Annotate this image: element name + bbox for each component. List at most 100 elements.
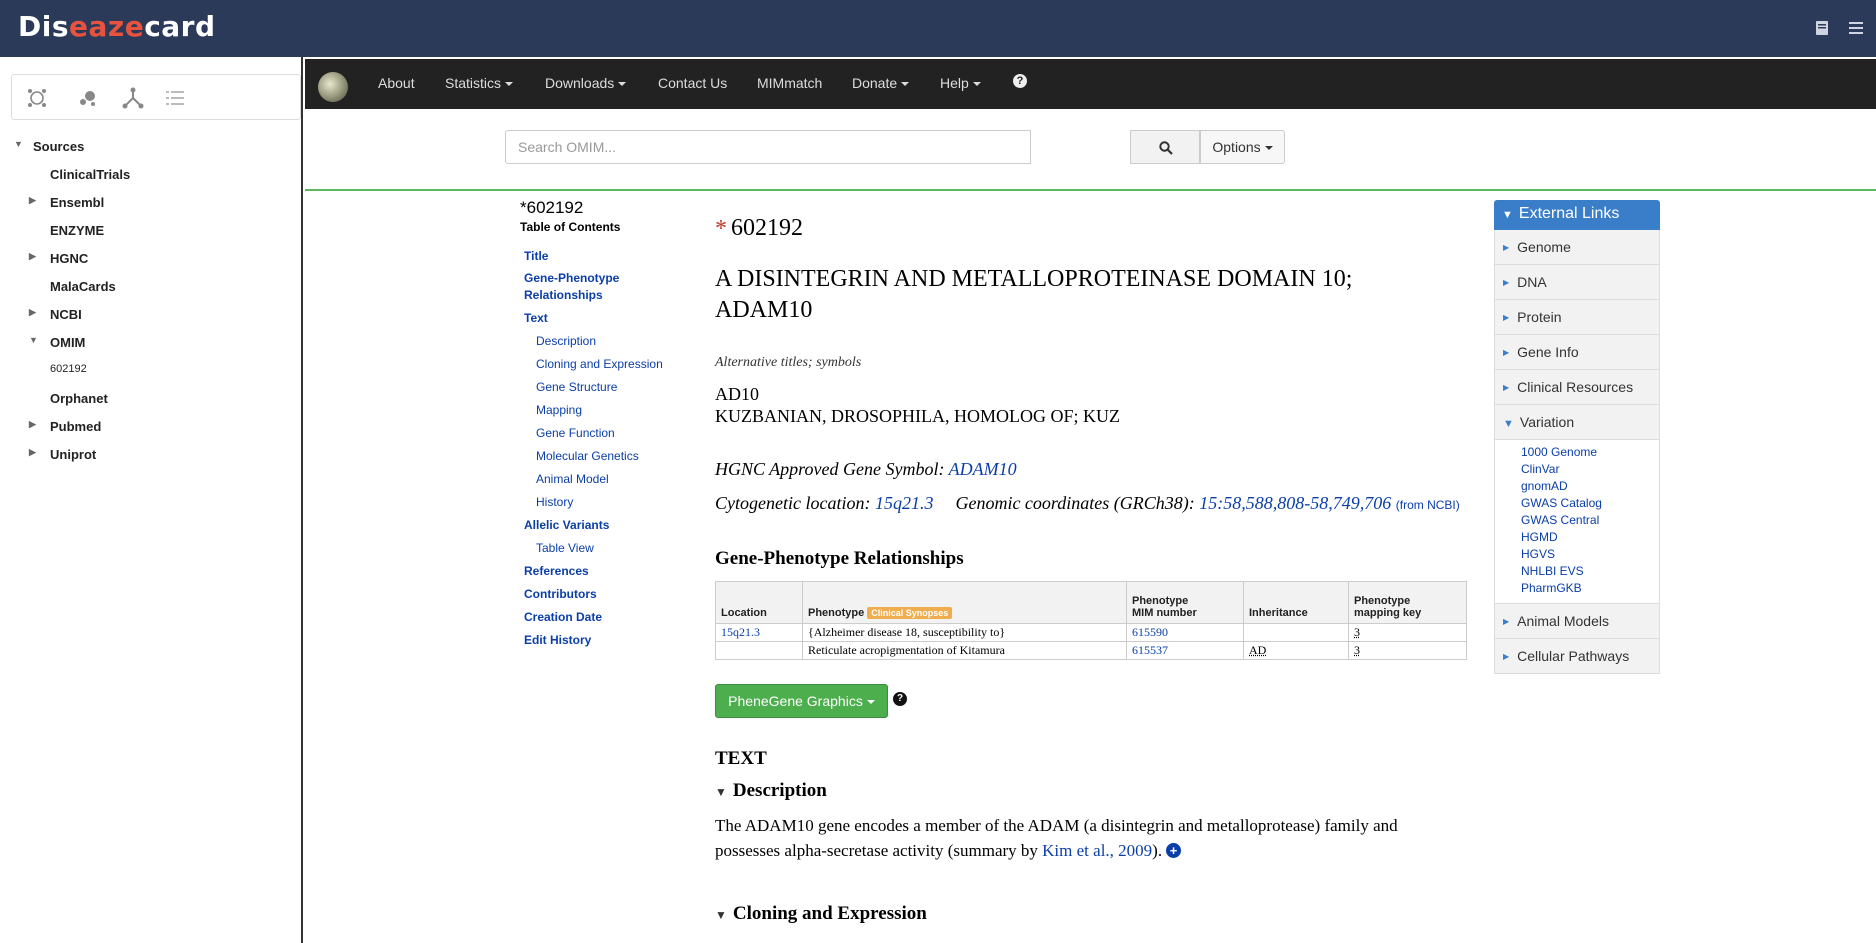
toc-gpr-link-2[interactable]: Relationships bbox=[524, 287, 603, 304]
tree-item-orphanet[interactable]: Orphanet bbox=[0, 384, 300, 412]
book-icon[interactable] bbox=[1812, 18, 1832, 38]
toc-tableview-link[interactable]: Table View bbox=[536, 540, 594, 557]
hierarchy-icon[interactable] bbox=[120, 85, 146, 111]
ext-link-gwas-catalog[interactable]: GWAS Catalog bbox=[1521, 495, 1659, 512]
cell-location[interactable]: 15q21.3 bbox=[715, 623, 803, 642]
options-button[interactable]: Options bbox=[1200, 130, 1285, 164]
toc-creation-link[interactable]: Creation Date bbox=[524, 609, 602, 626]
toc-mapping-link[interactable]: Mapping bbox=[536, 402, 582, 419]
expand-arrow-icon[interactable]: ▶ bbox=[29, 419, 36, 430]
expand-arrow-icon[interactable]: ▶ bbox=[29, 195, 36, 206]
toc-function-link[interactable]: Gene Function bbox=[536, 425, 615, 442]
tree-label[interactable]: Uniprot bbox=[50, 447, 96, 462]
toc-animal-link[interactable]: Animal Model bbox=[536, 471, 609, 488]
tree-label[interactable]: Orphanet bbox=[50, 391, 108, 406]
collapse-triangle-icon[interactable]: ▼ bbox=[715, 785, 727, 799]
cell-mim[interactable]: 615590 bbox=[1126, 623, 1244, 642]
ncbi-source-link[interactable]: (from NCBI) bbox=[1396, 498, 1460, 512]
tree-root-sources[interactable]: ▼ Sources bbox=[0, 132, 300, 160]
expand-plus-icon[interactable]: + bbox=[1166, 843, 1182, 858]
cyto-link[interactable]: 15q21.3 bbox=[875, 493, 934, 513]
menu-icon[interactable] bbox=[1846, 18, 1866, 38]
tree-label[interactable]: HGNC bbox=[50, 251, 88, 266]
ext-variation[interactable]: ▼ Variation bbox=[1494, 405, 1660, 440]
collapse-arrow-icon[interactable]: ▼ bbox=[14, 139, 23, 149]
toc-edithistory-link[interactable]: Edit History bbox=[524, 632, 591, 649]
nav-contact[interactable]: Contact Us bbox=[658, 75, 727, 91]
clinical-synopses-badge[interactable]: Clinical Synopses bbox=[867, 607, 953, 619]
ext-animal-models[interactable]: ▶ Animal Models bbox=[1494, 604, 1660, 639]
tree-item-malacards[interactable]: MalaCards bbox=[0, 272, 300, 300]
app-logo[interactable]: Diseazecard bbox=[18, 10, 216, 43]
collapse-arrow-icon[interactable]: ▼ bbox=[29, 335, 38, 345]
toc-description-link[interactable]: Description bbox=[536, 333, 596, 350]
collapse-triangle-icon[interactable]: ▼ bbox=[715, 908, 727, 922]
expand-arrow-icon[interactable]: ▶ bbox=[29, 447, 36, 458]
ext-link-gnomad[interactable]: gnomAD bbox=[1521, 478, 1659, 495]
ext-cellular-pathways[interactable]: ▶ Cellular Pathways bbox=[1494, 639, 1660, 674]
search-button[interactable] bbox=[1130, 130, 1200, 164]
toc-contributors-link[interactable]: Contributors bbox=[524, 586, 597, 603]
nav-mimmatch[interactable]: MIMmatch bbox=[757, 75, 822, 91]
toc-history-link[interactable]: History bbox=[536, 494, 573, 511]
citation-link[interactable]: Kim et al., 2009 bbox=[1042, 841, 1152, 860]
tree-item-uniprot[interactable]: ▶ Uniprot bbox=[0, 440, 300, 468]
tree-label[interactable]: NCBI bbox=[50, 307, 82, 322]
ext-link-1000genome[interactable]: 1000 Genome bbox=[1521, 444, 1659, 461]
toc-gpr-link-1[interactable]: Gene-Phenotype bbox=[524, 270, 619, 287]
description-heading[interactable]: ▼ Description bbox=[715, 780, 827, 802]
ext-clinical-resources[interactable]: ▶ Clinical Resources bbox=[1494, 370, 1660, 405]
cell-location[interactable] bbox=[715, 641, 803, 660]
nav-downloads[interactable]: Downloads bbox=[545, 75, 627, 91]
tree-item-hgnc[interactable]: ▶ HGNC bbox=[0, 244, 300, 272]
nav-help[interactable]: Help bbox=[940, 75, 981, 91]
tree-label[interactable]: MalaCards bbox=[50, 279, 116, 294]
tree-item-602192[interactable]: 602192 bbox=[0, 356, 300, 384]
ext-gene-info[interactable]: ▶ Gene Info bbox=[1494, 335, 1660, 370]
ext-link-clinvar[interactable]: ClinVar bbox=[1521, 461, 1659, 478]
tree-label[interactable]: ENZYME bbox=[50, 223, 104, 238]
toc-structure-link[interactable]: Gene Structure bbox=[536, 379, 617, 396]
toc-molgen-link[interactable]: Molecular Genetics bbox=[536, 448, 639, 465]
ext-dna[interactable]: ▶ DNA bbox=[1494, 265, 1660, 300]
ext-link-gwas-central[interactable]: GWAS Central bbox=[1521, 512, 1659, 529]
external-links-header[interactable]: ▼ External Links bbox=[1494, 200, 1660, 230]
omim-logo[interactable] bbox=[318, 72, 348, 102]
list-icon[interactable] bbox=[162, 85, 188, 111]
ext-link-hgvs[interactable]: HGVS bbox=[1521, 546, 1659, 563]
search-input[interactable]: Search OMIM... bbox=[505, 130, 1031, 164]
toc-text-link[interactable]: Text bbox=[524, 310, 548, 327]
tree-item-enzyme[interactable]: ENZYME bbox=[0, 216, 300, 244]
tree-label[interactable]: Ensembl bbox=[50, 195, 104, 210]
expand-arrow-icon[interactable]: ▶ bbox=[29, 251, 36, 262]
tree-label[interactable]: 602192 bbox=[50, 363, 87, 375]
question-icon[interactable]: ? bbox=[893, 692, 907, 706]
tree-label[interactable]: Sources bbox=[33, 139, 84, 154]
nav-about[interactable]: About bbox=[378, 75, 415, 91]
genomic-link[interactable]: 15:58,588,808-58,749,706 bbox=[1199, 493, 1391, 513]
tree-item-ncbi[interactable]: ▶ NCBI bbox=[0, 300, 300, 328]
ext-link-hgmd[interactable]: HGMD bbox=[1521, 529, 1659, 546]
tree-item-pubmed[interactable]: ▶ Pubmed bbox=[0, 412, 300, 440]
ext-genome[interactable]: ▶ Genome bbox=[1494, 230, 1660, 265]
phenegene-graphics-button[interactable]: PheneGene Graphics bbox=[715, 684, 888, 718]
toc-allelic-link[interactable]: Allelic Variants bbox=[524, 517, 609, 534]
toc-references-link[interactable]: References bbox=[524, 563, 589, 580]
bubbles-icon[interactable] bbox=[75, 85, 101, 111]
nav-donate[interactable]: Donate bbox=[852, 75, 910, 91]
tree-item-omim[interactable]: ▼ OMIM bbox=[0, 328, 300, 356]
tree-label[interactable]: ClinicalTrials bbox=[50, 167, 130, 182]
cell-mim[interactable]: 615537 bbox=[1126, 641, 1244, 660]
cloning-heading[interactable]: ▼ Cloning and Expression bbox=[715, 903, 927, 925]
ext-protein[interactable]: ▶ Protein bbox=[1494, 300, 1660, 335]
ext-link-pharmgkb[interactable]: PharmGKB bbox=[1521, 580, 1659, 597]
hgnc-symbol-link[interactable]: ADAM10 bbox=[949, 459, 1017, 479]
expand-arrow-icon[interactable]: ▶ bbox=[29, 307, 36, 318]
nav-statistics[interactable]: Statistics bbox=[445, 75, 514, 91]
toc-cloning-link[interactable]: Cloning and Expression bbox=[536, 356, 663, 373]
tree-item-clinicaltrials[interactable]: ClinicalTrials bbox=[0, 160, 300, 188]
tree-label[interactable]: OMIM bbox=[50, 335, 85, 350]
toc-title-link[interactable]: Title bbox=[524, 248, 548, 265]
tree-label[interactable]: Pubmed bbox=[50, 419, 101, 434]
question-icon[interactable]: ? bbox=[1013, 74, 1027, 88]
